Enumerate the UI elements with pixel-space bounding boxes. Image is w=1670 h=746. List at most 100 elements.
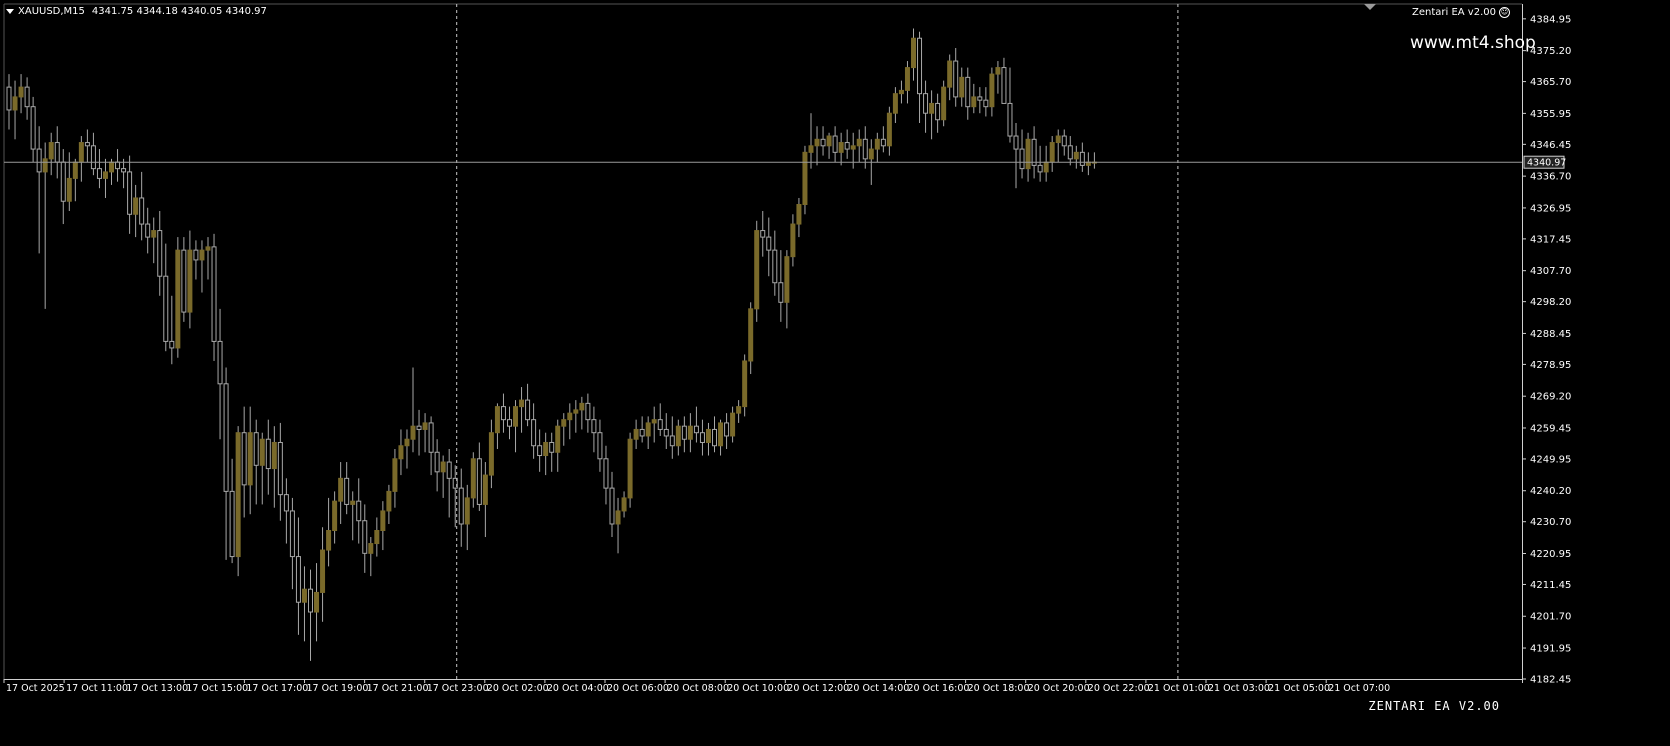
price-chart[interactable]: 4384.95 4375.20 4365.70 4355.95 4346.45 4336.…: [0, 0, 1670, 746]
x-tick-label: 17 Oct 2025: [6, 683, 65, 694]
candle-body: [121, 168, 127, 173]
y-tick-label: 4230.70: [1530, 517, 1571, 528]
candle-body: [36, 148, 42, 173]
candle-body: [808, 145, 814, 153]
candle-body: [537, 445, 543, 457]
y-tick-label: 4336.70: [1530, 172, 1571, 183]
chart-window: 4384.95 4375.20 4365.70 4355.95 4346.45 4336.…: [0, 0, 1670, 746]
ea-indicator[interactable]: Zentari EA v2.00 ☺: [1412, 7, 1510, 18]
y-tick-label: 4220.95: [1530, 549, 1571, 560]
candle-body: [904, 67, 910, 91]
y-tick-label: 4191.95: [1530, 644, 1571, 655]
candle-body: [880, 138, 886, 147]
candle-body: [308, 588, 313, 613]
ohlc-values: 4341.75 4344.18 4340.05 4340.97: [91, 6, 267, 17]
candle-body: [947, 60, 953, 88]
candle-body: [639, 428, 645, 437]
x-tick-label: 20 Oct 10:00: [727, 683, 789, 694]
candle-body: [549, 441, 555, 453]
candle-body: [856, 138, 862, 147]
candle-body: [513, 406, 519, 427]
candle-body: [712, 428, 718, 447]
y-tick-label: 4201.70: [1530, 612, 1571, 623]
ea-label: Zentari EA v2.00: [1412, 7, 1496, 18]
candle-body: [145, 223, 151, 238]
candle-body: [1067, 145, 1073, 160]
x-tick-label: 21 Oct 01:00: [1148, 683, 1210, 694]
chevron-down-icon[interactable]: [6, 9, 14, 14]
y-tick-label: 4375.20: [1530, 46, 1571, 57]
candle-body: [911, 37, 916, 69]
candle-body: [1019, 148, 1025, 170]
candle-body: [295, 556, 301, 603]
candle-body: [217, 340, 223, 385]
candle-body: [54, 142, 60, 163]
x-tick-label: 17 Oct 17:00: [246, 683, 308, 694]
chart-header: XAUUSD,M15 4341.75 4344.18 4340.05 4340.…: [6, 6, 267, 17]
candle-body: [790, 223, 796, 258]
candle-body: [525, 399, 531, 421]
candle-body: [205, 246, 211, 251]
candle-body: [470, 458, 476, 499]
candle-body: [229, 490, 235, 558]
candle-body: [663, 428, 669, 437]
candle-body: [766, 236, 772, 251]
candle-body: [681, 425, 687, 440]
candle-body: [832, 135, 838, 153]
candle-body: [332, 500, 338, 532]
candle-body: [573, 409, 579, 414]
candle-body: [784, 256, 790, 303]
x-tick-label: 20 Oct 22:00: [1088, 683, 1150, 694]
candle-body: [314, 591, 320, 613]
candle-body: [633, 428, 639, 440]
candle-body: [971, 96, 977, 108]
candle-body: [102, 171, 108, 179]
x-tick-label: 20 Oct 02:00: [487, 683, 549, 694]
candle-body: [482, 474, 488, 505]
candle-body: [115, 161, 121, 170]
candle-body: [133, 197, 139, 215]
candle-body: [651, 419, 657, 424]
watermark-text: www.mt4.shop: [1410, 33, 1536, 53]
candle-body: [917, 37, 923, 95]
candle-body: [84, 142, 90, 147]
candle-body: [277, 441, 283, 496]
x-tick-label: 20 Oct 04:00: [547, 683, 609, 694]
candle-body: [60, 161, 66, 202]
candle-body: [1061, 135, 1067, 147]
x-tick-label: 17 Oct 23:00: [427, 683, 489, 694]
candle-body: [657, 419, 663, 430]
y-tick-label: 4182.45: [1530, 675, 1571, 686]
candle-body: [289, 510, 295, 558]
candle-body: [1055, 135, 1061, 144]
candle-body: [609, 487, 615, 525]
x-tick-label: 20 Oct 12:00: [787, 683, 849, 694]
candle-body: [850, 145, 856, 150]
candle-body: [398, 445, 404, 460]
candle-body: [621, 497, 627, 512]
candle-body: [169, 340, 175, 349]
candle-body: [820, 138, 826, 147]
x-tick-label: 20 Oct 06:00: [607, 683, 669, 694]
candle-body: [814, 138, 820, 147]
candle-body: [241, 432, 247, 486]
candle-body: [96, 168, 102, 179]
candle-body: [748, 308, 754, 362]
candle-body: [193, 249, 199, 261]
candle-body: [265, 438, 271, 470]
current-price-label: 4340.97: [1527, 158, 1566, 169]
y-tick-label: 4326.95: [1530, 203, 1571, 214]
candle-body: [187, 249, 193, 313]
x-tick-label: 20 Oct 14:00: [847, 683, 909, 694]
candle-body: [1025, 138, 1031, 170]
candle-body: [78, 142, 84, 163]
candle-body: [494, 406, 500, 434]
candle-body: [591, 419, 597, 434]
candle-body: [326, 530, 332, 551]
candle-body: [705, 428, 711, 443]
candle-body: [555, 425, 561, 453]
candle-body: [687, 425, 693, 440]
candle-body: [1073, 151, 1079, 160]
y-tick-label: 4346.45: [1530, 140, 1571, 151]
candle-body: [675, 425, 681, 447]
